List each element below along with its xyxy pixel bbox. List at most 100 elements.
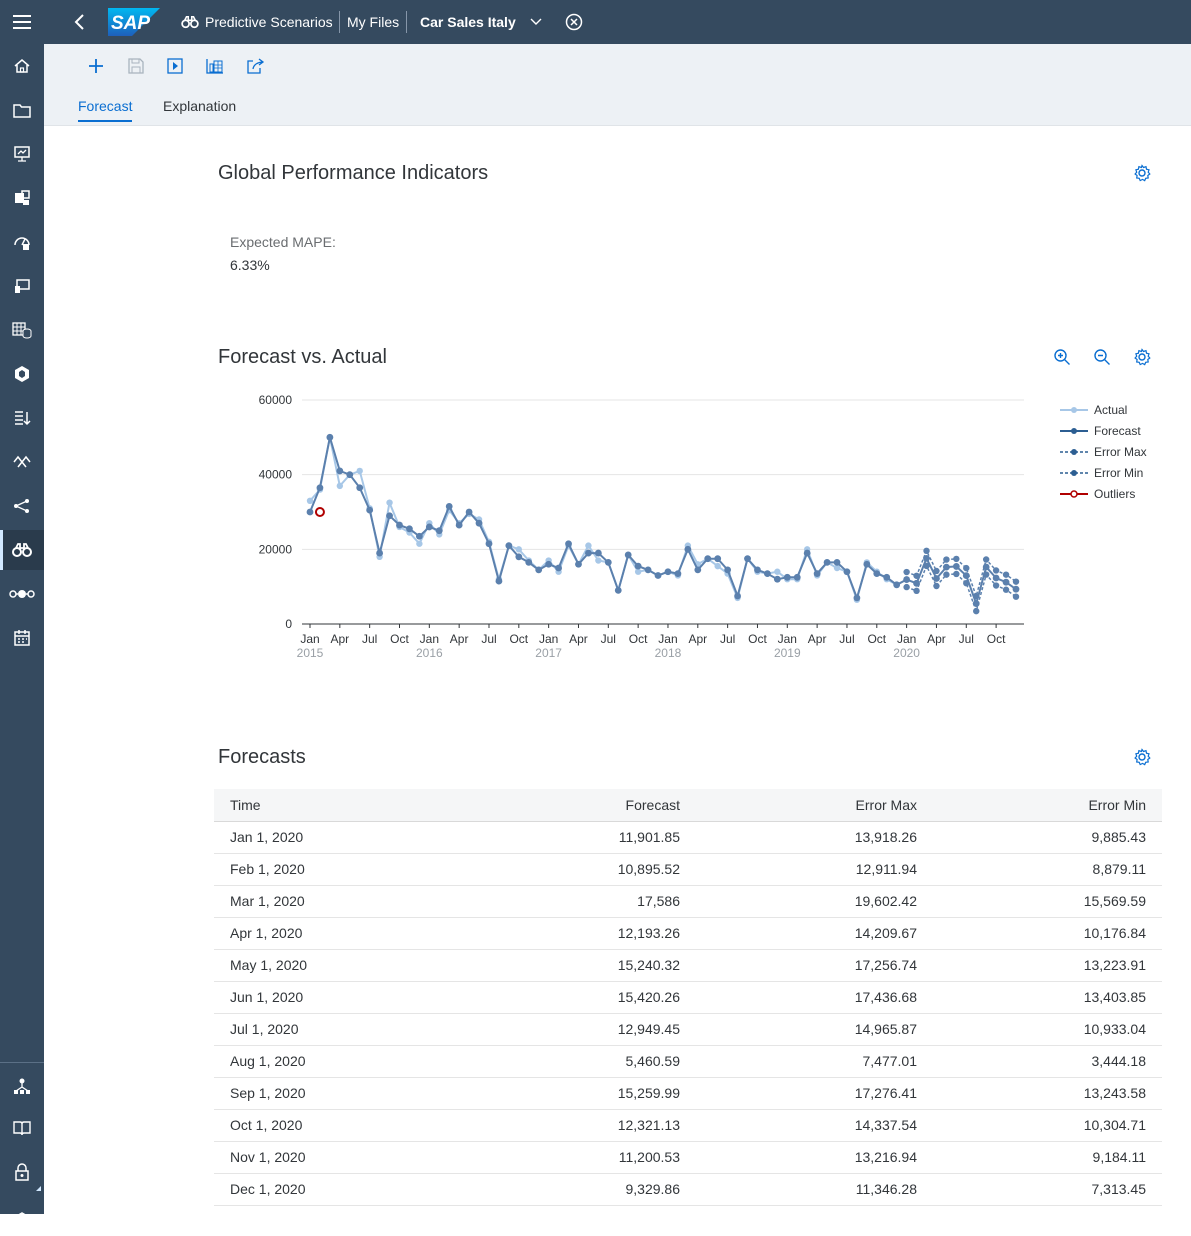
close-file-button[interactable] [565,0,583,44]
forecast-point [406,525,413,533]
y-tick-label: 40000 [259,468,293,482]
digital-boardroom-icon[interactable] [0,222,44,262]
predictive-scenarios-icon[interactable] [0,530,44,570]
breadcrumb-my-files[interactable]: My Files [347,0,399,44]
forecast-point [634,562,642,570]
x-tick-label: Oct [987,632,1006,646]
table-row: Mar 1, 2020 17,586 19,602.42 15,569.59 [214,885,1162,918]
error-max-point [963,564,970,572]
x-year-label: 2019 [774,646,801,660]
error-min-point [973,607,980,615]
forecast-point [654,572,662,579]
modeler-icon[interactable] [0,266,44,306]
x-tick-label: Apr [808,632,827,646]
cell-error-max: 14,965.87 [680,1013,917,1046]
save-icon [128,58,144,74]
actual-point [416,540,423,547]
legend-error-max[interactable]: Error Max [1060,444,1147,460]
tab-explanation[interactable]: Explanation [163,98,236,122]
add-button[interactable] [84,54,108,78]
cell-time: May 1, 2020 [214,949,464,982]
network-icon[interactable] [0,1066,44,1106]
apply-model-button[interactable] [203,54,227,78]
list-sort-icon[interactable] [0,398,44,438]
expand-corner-icon [36,1186,41,1191]
book-icon[interactable] [0,1108,44,1148]
svg-text:SAP: SAP [111,13,150,34]
breadcrumb-predictive-scenarios[interactable]: Predictive Scenarios [181,0,333,44]
error-max-point [1012,578,1020,585]
chart-settings-gear-icon[interactable] [1133,348,1151,366]
transform-icon[interactable] [0,442,44,482]
column-header-error-min[interactable]: Error Min [917,789,1162,822]
forecast-point [644,566,652,574]
table-row: May 1, 2020 15,240.32 17,256.74 13,223.91 [214,949,1162,982]
connections-icon[interactable] [0,486,44,526]
x-tick-label: Oct [629,632,648,646]
zoom-in-icon[interactable] [1053,348,1071,366]
gpi-settings-gear-icon[interactable] [1133,164,1151,182]
home-icon[interactable] [0,46,44,86]
cube-icon[interactable] [0,354,44,394]
error-min-point [1002,586,1010,593]
error-min-point [1012,593,1020,600]
x-tick-label: Jul [959,632,974,646]
mape-value: 6.33% [230,257,270,273]
zoom-out-icon[interactable] [1093,348,1111,366]
forecast-point [942,563,950,571]
export-button[interactable] [244,54,268,78]
analytic-applications-icon[interactable] [0,178,44,218]
legend-forecast[interactable]: Forecast [1060,423,1141,439]
tab-forecast[interactable]: Forecast [78,98,133,122]
train-button[interactable] [163,54,187,78]
cell-error-min: 13,243.58 [917,1077,1162,1110]
save-button[interactable] [124,54,148,78]
data-management-icon[interactable] [0,310,44,350]
x-tick-label: Jul [362,632,377,646]
legend-error-min-label: Error Min [1094,466,1144,480]
x-tick-label: Apr [569,632,588,646]
legend-error-min[interactable]: Error Min [1060,465,1143,481]
column-header-time[interactable]: Time [214,789,464,822]
system-icon[interactable] [0,1196,44,1236]
table-row: Sep 1, 2020 15,259.99 17,276.41 13,243.58 [214,1077,1162,1110]
close-circle-icon [565,13,583,31]
forecasts-settings-gear-icon[interactable] [1133,748,1151,766]
chart-table-icon [206,59,223,74]
files-icon[interactable] [0,90,44,130]
cell-time: Mar 1, 2020 [214,885,464,918]
forecast-point [455,521,463,529]
forecast-point [952,563,960,570]
error-max-point [992,567,1000,574]
column-header-forecast[interactable]: Forecast [464,789,680,822]
calendar-icon[interactable] [0,618,44,658]
forecast-point [306,508,314,516]
column-header-error-max[interactable]: Error Max [680,789,917,822]
menu-icon[interactable] [0,2,44,42]
forecast-point [336,467,344,475]
forecast-point [545,560,553,568]
forecast-point [366,506,374,514]
forecast-point [863,560,871,568]
cell-error-max: 14,337.54 [680,1109,917,1142]
file-title-menu[interactable]: Car Sales Italy [420,0,542,44]
workflow-icon[interactable] [0,574,44,614]
x-tick-label: Jul [601,632,616,646]
back-button[interactable] [74,0,86,44]
cell-time: Feb 1, 2020 [214,853,464,886]
forecast-point [316,484,324,492]
forecast-point [435,527,443,535]
forecasts-title: Forecasts [218,746,306,768]
forecast-point [724,566,732,574]
legend-outliers[interactable]: Outliers [1060,486,1135,502]
cell-forecast: 15,420.26 [464,981,680,1014]
error-min-point [953,570,960,578]
legend-actual[interactable]: Actual [1060,402,1127,418]
forecast-point [923,554,930,562]
forecast-point [575,560,582,568]
table-row: Feb 1, 2020 10,895.52 12,911.94 8,879.11 [214,853,1162,886]
legend-forecast-label: Forecast [1094,424,1141,438]
cell-forecast: 17,586 [464,885,680,918]
stories-icon[interactable] [0,134,44,174]
y-tick-label: 20000 [259,542,293,556]
